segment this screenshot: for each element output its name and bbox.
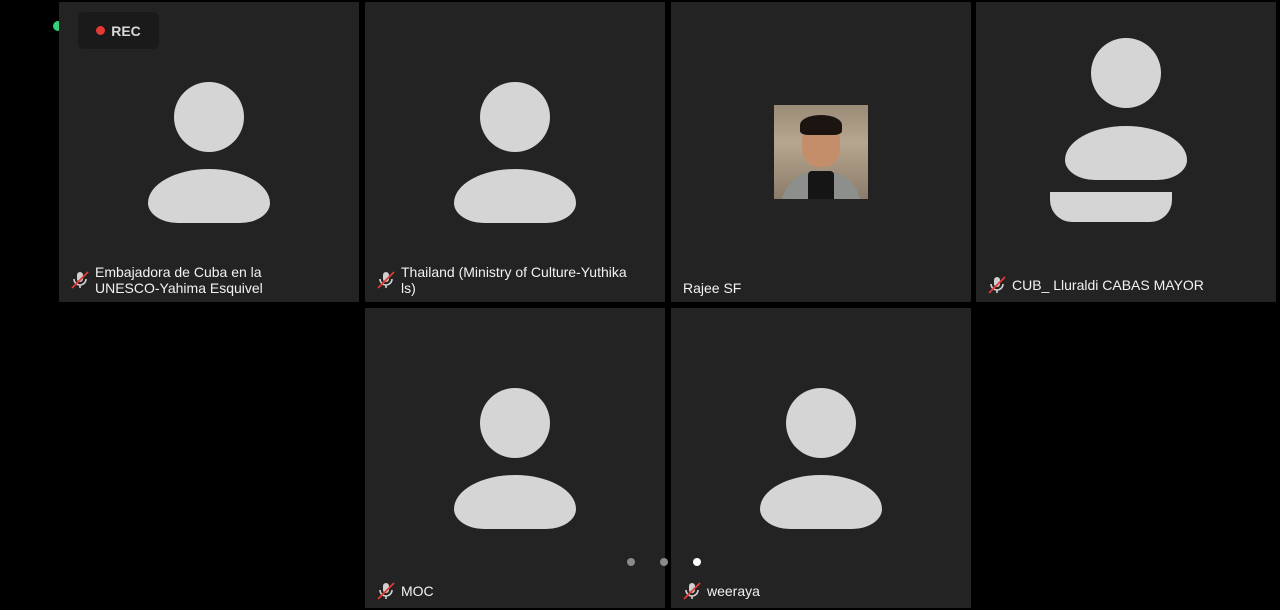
person-icon	[756, 388, 886, 529]
mic-off-icon	[683, 582, 701, 600]
participant-name: MOC	[401, 583, 434, 599]
participant-tile[interactable]: MOC	[365, 308, 665, 608]
page-indicator	[627, 558, 701, 566]
person-icon	[450, 388, 580, 529]
participant-name-bar: CUB_ Lluraldi CABAS MAYOR	[986, 274, 1268, 296]
recording-badge[interactable]: REC	[78, 12, 159, 49]
participant-name-bar: Rajee SF	[683, 280, 963, 296]
mic-off-icon	[377, 582, 395, 600]
recording-label: REC	[111, 22, 141, 39]
participant-name-bar: MOC	[375, 580, 657, 602]
page-dot[interactable]	[660, 558, 668, 566]
page-dot[interactable]	[627, 558, 635, 566]
mic-off-icon	[377, 271, 395, 289]
participant-name: Embajadora de Cuba en la UNESCO-Yahima E…	[95, 264, 263, 296]
participant-tile[interactable]: Rajee SF	[671, 2, 971, 302]
participant-video-thumbnail	[774, 105, 868, 199]
participant-name-bar: Thailand (Ministry of Culture-Yuthika ls…	[375, 264, 657, 296]
person-icon	[1050, 38, 1201, 228]
participant-tile[interactable]: CUB_ Lluraldi CABAS MAYOR	[976, 2, 1276, 302]
person-icon	[450, 82, 580, 223]
participant-name-bar: weeraya	[681, 580, 963, 602]
participant-tile[interactable]: Thailand (Ministry of Culture-Yuthika ls…	[365, 2, 665, 302]
record-dot-icon	[96, 26, 106, 35]
person-icon	[144, 82, 274, 223]
participant-name: weeraya	[707, 583, 760, 599]
mic-off-icon	[988, 276, 1006, 294]
participant-name-bar: Embajadora de Cuba en la UNESCO-Yahima E…	[69, 264, 351, 296]
participant-name: CUB_ Lluraldi CABAS MAYOR	[1012, 277, 1204, 293]
participant-name: Rajee SF	[683, 280, 742, 296]
mic-off-icon	[71, 271, 89, 289]
participant-tile[interactable]: weeraya	[671, 308, 971, 608]
page-dot-active[interactable]	[693, 558, 701, 566]
participant-name: Thailand (Ministry of Culture-Yuthika ls…	[401, 264, 627, 296]
